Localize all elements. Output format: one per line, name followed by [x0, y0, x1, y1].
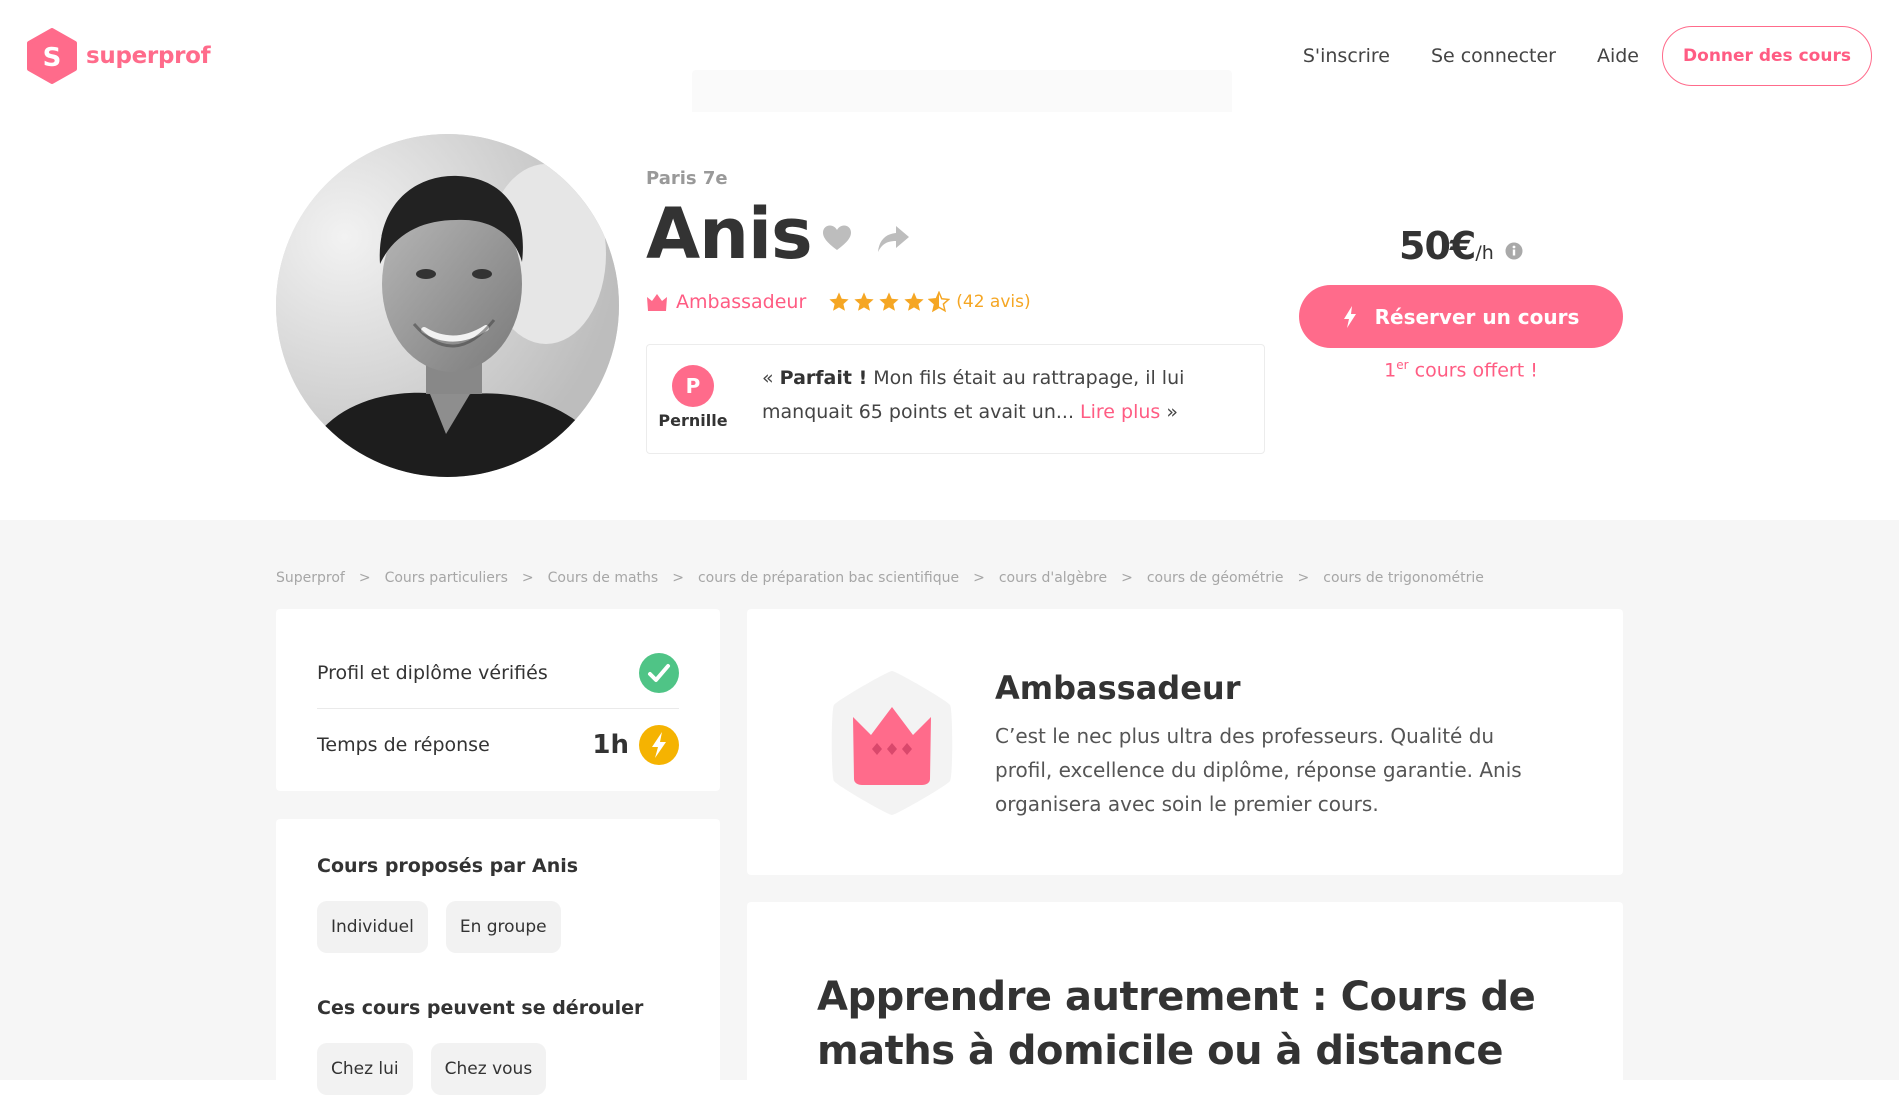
response-time: 1h: [592, 730, 629, 760]
chip-at-tutor[interactable]: Chez lui: [317, 1043, 413, 1095]
chip-at-student[interactable]: Chez vous: [430, 1043, 547, 1095]
breadcrumb-item[interactable]: Superprof: [276, 570, 345, 586]
breadcrumb-separator: >: [358, 570, 371, 586]
breadcrumb-separator: >: [1121, 570, 1133, 586]
star-icon: [854, 292, 874, 311]
breadcrumb-separator: >: [1297, 570, 1310, 586]
chip-individual[interactable]: Individuel: [317, 901, 428, 953]
logo[interactable]: S superprof: [26, 28, 211, 84]
login-link[interactable]: Se connecter: [1431, 45, 1556, 67]
review-card: P Pernille « Parfait ! Mon fils était au…: [646, 344, 1265, 454]
half-star-icon: [928, 291, 951, 313]
info-icon[interactable]: [1504, 241, 1524, 261]
first-lesson-offer: 1er cours offert !: [1299, 358, 1623, 381]
tutor-badges: Ambassadeur (42 avis): [646, 287, 1031, 317]
breadcrumb-item[interactable]: cours d'algèbre: [999, 570, 1107, 586]
breadcrumb-item[interactable]: cours de préparation bac scientifique: [698, 570, 959, 586]
teach-button[interactable]: Donner des cours: [1662, 26, 1872, 86]
lightning-icon: [1343, 305, 1356, 328]
offer-text: cours offert !: [1408, 359, 1538, 382]
review-highlight: Parfait !: [779, 367, 868, 389]
signup-link[interactable]: S'inscrire: [1303, 45, 1390, 67]
share-icon[interactable]: [876, 224, 910, 254]
tutor-photo: [276, 134, 619, 477]
review-close-quote: »: [1160, 401, 1178, 423]
breadcrumb-item[interactable]: cours de géométrie: [1147, 570, 1284, 586]
star-icon: [879, 292, 899, 311]
read-more-link[interactable]: Lire plus: [1080, 401, 1160, 423]
logo-text: superprof: [86, 43, 211, 69]
star-icon: [904, 292, 924, 311]
courses-card: Cours proposés par Anis Individuel En gr…: [276, 819, 720, 1119]
check-circle-icon: [639, 652, 679, 693]
breadcrumb-separator: >: [672, 570, 684, 586]
chip-group[interactable]: En groupe: [445, 901, 561, 953]
verification-card: Profil et diplôme vérifiés Temps de répo…: [276, 609, 720, 791]
ambassador-description: C’est le nec plus ultra des professeurs.…: [995, 724, 1522, 816]
star-icon: [829, 292, 849, 311]
top-nav: S'inscrire Se connecter Aide Donner des …: [1303, 26, 1872, 86]
book-lesson-button[interactable]: Réserver un cours: [1299, 285, 1623, 348]
response-time-row: Temps de réponse 1h: [317, 709, 679, 781]
verified-profile-row: Profil et diplôme vérifiés: [317, 637, 679, 709]
verified-label: Profil et diplôme vérifiés: [317, 661, 548, 684]
breadcrumb-separator: >: [521, 570, 534, 586]
crown-icon: [647, 294, 667, 311]
ambassador-badge[interactable]: Ambassadeur: [676, 291, 806, 313]
price-unit: /h: [1475, 242, 1494, 264]
course-format-chips: Individuel En groupe: [317, 901, 561, 953]
about-card: Apprendre autrement : Cours de maths à d…: [747, 902, 1623, 1102]
offer-prefix: 1: [1384, 359, 1397, 382]
breadcrumb: Superprof > Cours particuliers > Cours d…: [276, 568, 1484, 588]
hourly-price: 50€ /h: [1399, 224, 1524, 274]
header: S superprof S'inscrire Se connecter Aide…: [0, 0, 1899, 126]
breadcrumb-separator: >: [973, 570, 985, 586]
reviews-count-link[interactable]: (42 avis): [956, 292, 1030, 312]
response-time-value: 1h: [592, 725, 679, 765]
heart-icon[interactable]: [822, 224, 852, 252]
ambassador-crown-icon: [831, 671, 953, 815]
tutor-name: Anis: [646, 193, 813, 275]
tutor-portrait-image: [276, 134, 619, 477]
courses-title: Cours proposés par Anis: [317, 855, 579, 877]
ambassador-title: Ambassadeur: [995, 669, 1241, 707]
tutor-city: Paris 7e: [646, 168, 728, 189]
book-lesson-label: Réserver un cours: [1374, 304, 1580, 329]
price-value: 50€: [1399, 224, 1476, 268]
superprof-logo-icon: S: [27, 28, 77, 84]
rating-stars: [828, 291, 951, 313]
logo-letter: S: [43, 43, 62, 73]
breadcrumb-item[interactable]: cours de trigonométrie: [1323, 570, 1484, 586]
profile-hero: Paris 7e Anis Ambassadeur (42 avis) P Pe…: [0, 112, 1899, 520]
breadcrumb-item[interactable]: Cours particuliers: [385, 570, 508, 586]
reviewer-name: Pernille: [658, 411, 728, 430]
reviewer-avatar: P: [672, 365, 714, 407]
offer-sup: er: [1396, 358, 1409, 372]
response-label: Temps de réponse: [317, 734, 490, 756]
lightning-circle-icon: [639, 725, 679, 765]
review-text: « Parfait ! Mon fils était au rattrapage…: [762, 361, 1232, 429]
breadcrumb-item[interactable]: Cours de maths: [548, 570, 659, 586]
about-title: Apprendre autrement : Cours de maths à d…: [817, 974, 1536, 1074]
review-open-quote: «: [762, 367, 780, 389]
course-places-title: Ces cours peuvent se dérouler: [317, 997, 644, 1019]
ambassador-card: Ambassadeur C’est le nec plus ultra des …: [747, 609, 1623, 875]
course-place-chips: Chez lui Chez vous: [317, 1043, 547, 1095]
help-link[interactable]: Aide: [1597, 45, 1639, 67]
